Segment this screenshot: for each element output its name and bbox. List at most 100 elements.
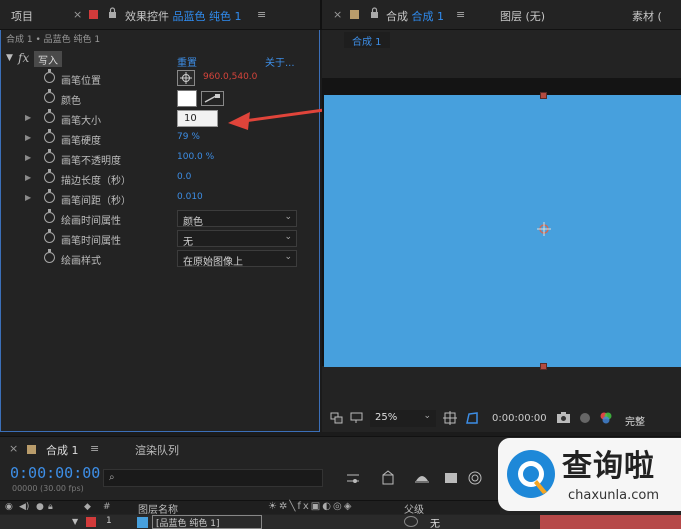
timeline-timecode[interactable]: 0:00:00:00 [10,464,100,482]
expand-triangle-icon[interactable]: ▶ [25,113,31,122]
prop-row-paint-time-props: 绘画时间属性 颜色 ⌄ [1,209,319,229]
prop-label: 绘画样式 [61,256,101,267]
collapse-triangle-icon[interactable]: ▼ [6,53,13,63]
stopwatch-icon[interactable] [44,149,55,163]
reset-link[interactable]: 重置 [177,54,197,69]
show-snapshot-icon[interactable] [578,411,592,425]
dropdown-value: 在原始图像上 [183,257,243,268]
tab-project[interactable]: 项目 [11,8,33,24]
solo-icon[interactable]: ● [36,502,44,512]
chevron-down-icon: ⌄ [423,411,431,421]
stopwatch-icon[interactable] [44,249,55,263]
monitor-icon[interactable] [350,412,363,424]
anchor-point-icon[interactable] [537,222,551,236]
layer-duration-bar[interactable] [540,515,681,529]
composition-canvas[interactable] [324,92,681,370]
layer-name-header[interactable]: 图层名称 [138,501,178,516]
paint-style-dropdown[interactable]: 在原始图像上 ⌄ [177,250,297,268]
effect-controls-panel: 合成 1 • 品蓝色 纯色 1 ▼ fx 写入 重置 关于... 画笔位置 96… [0,30,320,432]
frame-blending-icon[interactable] [443,471,459,485]
mask-path-icon[interactable] [465,411,479,425]
timeline-menu-icon[interactable]: ≡ [90,442,99,455]
comp-lock-icon[interactable] [370,7,379,19]
tab-footage[interactable]: 素材 ( [632,8,662,24]
expand-triangle-icon[interactable]: ▶ [25,153,31,162]
comp-breadcrumb-tab[interactable]: 合成 1 [344,32,390,48]
tab-effect-controls[interactable]: 效果控件 品蓝色 纯色 1 [125,8,242,24]
expand-triangle-icon[interactable]: ▶ [25,133,31,142]
safe-margins-icon[interactable] [443,411,457,425]
expand-triangle-icon[interactable]: ▶ [25,193,31,202]
layer-row[interactable]: ▼ 1 [品蓝色 纯色 1] 无 [0,515,540,529]
brush-position-value[interactable]: 960.0,540.0 [203,72,257,82]
top-handle[interactable] [540,92,547,99]
stopwatch-icon[interactable] [44,89,55,103]
snapshot-camera-icon[interactable] [556,411,571,424]
number-sign-icon: # [103,502,111,512]
tab-layer[interactable]: 图层 (无) [500,8,545,24]
effect-name[interactable]: 写入 [34,51,62,67]
comp-mini-flowchart-icon[interactable] [346,472,360,484]
layer-search-input[interactable]: ⌕ [103,469,323,487]
render-queue-tab[interactable]: 渲染队列 [135,442,179,458]
color-swatch[interactable] [177,90,197,107]
comp-footer-toolbar: 25% ⌄ 0:00:00:00 完整 [322,408,681,432]
comp-tab-name: 合成 1 [411,10,445,23]
close-icon[interactable]: × [73,8,82,21]
parent-dropdown[interactable]: 无 [430,515,440,529]
layer-label-color[interactable] [86,517,96,527]
chevron-down-icon: ⌄ [284,212,292,222]
about-link[interactable]: 关于... [265,54,295,69]
prop-row-brush-position: 画笔位置 960.0,540.0 [1,69,319,89]
comp-tab-label: 合成 [386,10,408,23]
stopwatch-icon[interactable] [44,189,55,203]
layer-index: 1 [106,516,112,526]
prop-value[interactable]: 100.0 % [177,152,214,162]
channel-rgb-icon[interactable] [599,411,613,425]
layer-expand-icon[interactable]: ▼ [72,517,78,526]
always-preview-icon[interactable] [330,412,343,424]
timeline-close-icon[interactable]: × [9,442,18,455]
effect-header-row: ▼ fx 写入 重置 关于... [1,51,319,69]
stopwatch-icon[interactable] [44,229,55,243]
label-tag-icon[interactable]: ◆ [84,502,91,512]
prop-value[interactable]: 79 % [177,132,200,142]
parent-pickwhip-icon[interactable] [404,516,418,527]
timeline-comp-swatch [27,445,36,454]
panel-menu-icon[interactable]: ≡ [257,8,266,21]
bottom-handle[interactable] [540,363,547,370]
switches-icons[interactable]: ☀✲╲fx▣◐◎◈ [268,501,353,512]
tab-composition[interactable]: 合成 合成 1 [386,8,444,24]
zoom-value: 25% [375,412,398,423]
stopwatch-icon[interactable] [44,109,55,123]
timeline-comp-tab[interactable]: 合成 1 [46,442,79,458]
comp-timecode[interactable]: 0:00:00:00 [492,413,547,424]
hide-shy-layers-icon[interactable] [414,471,430,485]
lock-column-icon[interactable]: 🔒︎ [48,502,53,512]
comp-panel-menu-icon[interactable]: ≡ [456,8,465,21]
draft-3d-icon[interactable] [380,470,396,486]
stopwatch-icon[interactable] [44,209,55,223]
layer-name[interactable]: [品蓝色 纯色 1] [152,515,262,529]
motion-blur-icon[interactable] [467,470,483,486]
stopwatch-icon[interactable] [44,69,55,83]
eye-visibility-icon[interactable]: ◉ [5,502,13,512]
brush-size-value: 10 [184,113,197,124]
expand-triangle-icon[interactable]: ▶ [25,173,31,182]
prop-value[interactable]: 0.0 [177,172,191,182]
parent-header: 父级 [404,505,424,516]
audio-icon[interactable]: ◀) [19,502,29,512]
brush-size-input[interactable]: 10 [177,110,218,127]
lock-icon[interactable] [108,7,117,19]
prop-label: 画笔不透明度 [61,156,121,167]
resolution-dropdown[interactable]: 完整 [625,413,645,428]
comp-close-icon[interactable]: × [333,8,342,21]
paint-time-dropdown[interactable]: 颜色 ⌄ [177,210,297,228]
zoom-dropdown[interactable]: 25% ⌄ [370,410,436,427]
crosshair-icon[interactable] [177,70,195,86]
fx-toggle-icon[interactable]: fx [18,51,29,65]
stopwatch-icon[interactable] [44,169,55,183]
stopwatch-icon[interactable] [44,129,55,143]
prop-value[interactable]: 0.010 [177,192,203,202]
brush-time-dropdown[interactable]: 无 ⌄ [177,230,297,248]
